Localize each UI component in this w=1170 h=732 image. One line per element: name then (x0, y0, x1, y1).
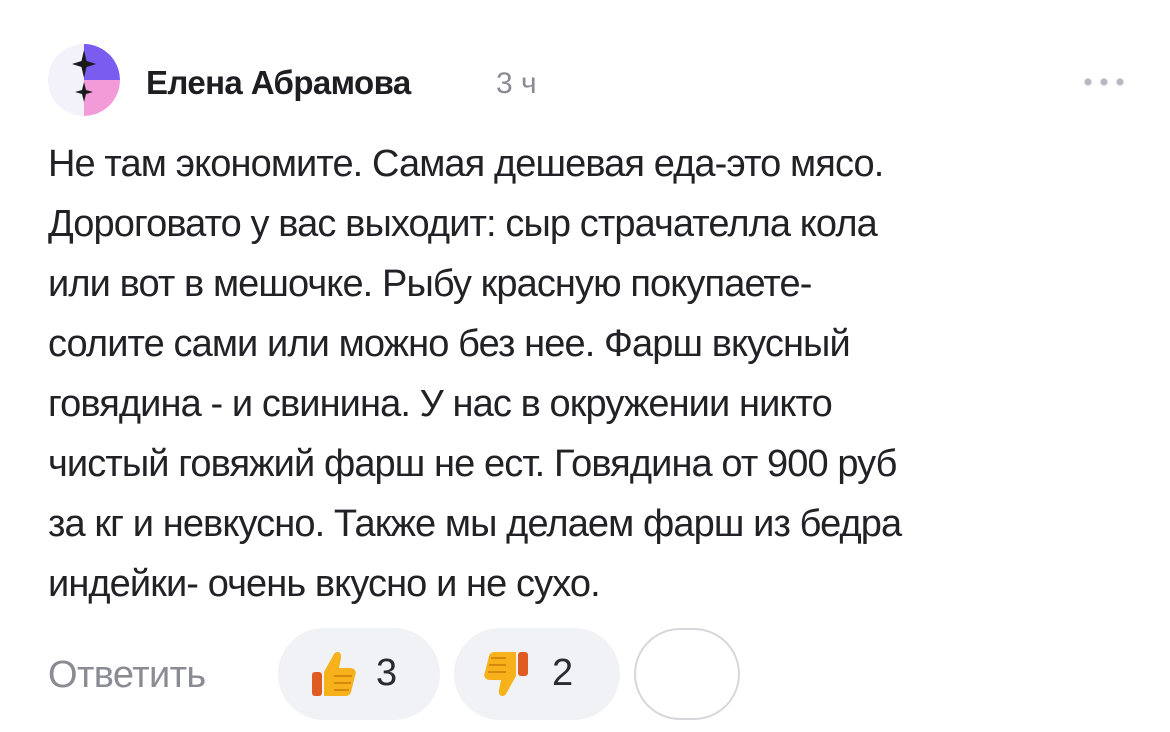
avatar[interactable] (48, 44, 120, 116)
comment-line: за кг и невкусно. Также мы делаем фарш и… (48, 503, 902, 545)
comment-header: Елена Абрамова 3 ч (48, 44, 1128, 120)
comment-line: индейки- очень вкусно и не сухо. (48, 563, 601, 605)
dislike-button[interactable]: 2 (454, 628, 620, 720)
comment-actions: Ответить 3 2 (48, 628, 768, 724)
author-name[interactable]: Елена Абрамова (146, 64, 411, 102)
more-options-button[interactable] (1080, 62, 1128, 102)
comment-line: солите сами или можно без нее. Фарш вкус… (48, 323, 851, 365)
comment-line: чистый говяжий фарш не ест. Говядина от … (48, 443, 897, 485)
comment-text: Не там экономите. Самая дешевая еда-это … (48, 134, 1128, 614)
more-dots-icon (1084, 78, 1124, 86)
thumbs-down-icon (484, 652, 528, 697)
add-reaction-button[interactable] (634, 628, 740, 720)
avatar-sparkle-icon (48, 44, 120, 116)
comment-line: говядина - и свинина. У нас в окружении … (48, 383, 833, 425)
comment-time: 3 ч (496, 67, 537, 100)
like-count: 3 (376, 652, 398, 694)
comment-line: Не там экономите. Самая дешевая еда-это … (48, 143, 884, 185)
dislike-count: 2 (552, 652, 574, 694)
thumbs-up-icon (312, 651, 356, 696)
comment-line: или вот в мешочке. Рыбу красную покупает… (48, 263, 812, 305)
comment-line: Дороговато у вас выходит: сыр страчателл… (48, 203, 878, 245)
like-button[interactable]: 3 (278, 628, 440, 720)
comment-card: Елена Абрамова 3 ч Не там экономите. Сам… (0, 0, 1170, 732)
reply-button[interactable]: Ответить (48, 654, 206, 697)
